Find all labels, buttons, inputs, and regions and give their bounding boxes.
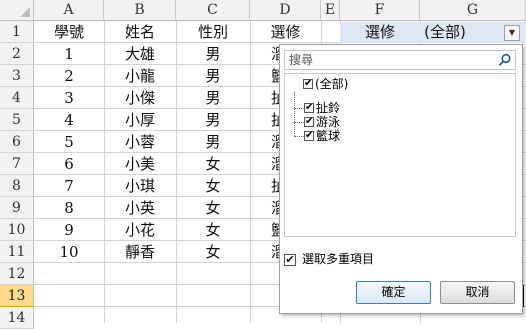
row-header-2[interactable]: 2: [0, 43, 34, 65]
checkbox-checked-icon[interactable]: ✔: [304, 102, 314, 113]
cell-gender[interactable]: 男: [176, 65, 250, 87]
cell-course[interactable]: 溜: [250, 241, 279, 263]
list-item-all[interactable]: ✔ (全部): [303, 77, 348, 91]
checkbox-checked-icon[interactable]: ✔: [304, 130, 314, 141]
column-header-c[interactable]: C: [176, 0, 250, 21]
cell-name[interactable]: 靜香: [104, 241, 176, 263]
row-header-6[interactable]: 6: [0, 131, 34, 153]
column-header-f[interactable]: F: [340, 0, 420, 21]
column-header-e[interactable]: E: [321, 0, 340, 21]
row-header-4[interactable]: 4: [0, 87, 34, 109]
row-header-3[interactable]: 3: [0, 65, 34, 87]
row-header-12[interactable]: 12: [0, 263, 34, 285]
cell-gender[interactable]: 女: [176, 175, 250, 197]
row-header-13[interactable]: 13: [0, 285, 34, 307]
cell-course[interactable]: 扯: [250, 175, 279, 197]
cell-id[interactable]: 1: [34, 43, 104, 65]
header-cell-course[interactable]: 選修: [250, 21, 321, 43]
list-item-label: 游泳: [316, 115, 341, 129]
cell-name[interactable]: 小厚: [104, 109, 176, 131]
row-header-5[interactable]: 5: [0, 109, 34, 131]
cell-name[interactable]: 大雄: [104, 43, 176, 65]
cell-id[interactable]: 6: [34, 153, 104, 175]
cell-name[interactable]: 小英: [104, 197, 176, 219]
cell-course[interactable]: 溜: [250, 153, 279, 175]
row-header-11[interactable]: 11: [0, 241, 34, 263]
cell-gender[interactable]: 女: [176, 153, 250, 175]
row-header-14[interactable]: 14: [0, 307, 34, 329]
tree-line: [294, 136, 304, 137]
list-item-label: 籃球: [316, 129, 341, 143]
row-header-10[interactable]: 10: [0, 219, 34, 241]
search-field[interactable]: 搜尋: [284, 50, 516, 70]
search-icon: [498, 53, 511, 66]
list-item-label: (全部): [315, 77, 349, 91]
cancel-button[interactable]: 取消: [440, 281, 515, 304]
multi-select-option[interactable]: ✔ 選取多重項目: [284, 251, 374, 267]
list-item-label: 扯鈴: [316, 101, 341, 115]
tree-line: [294, 122, 304, 123]
cell-gender[interactable]: 男: [176, 131, 250, 153]
ok-button[interactable]: 確定: [356, 281, 431, 304]
cell-id[interactable]: 10: [34, 241, 104, 263]
row-header-7[interactable]: 7: [0, 153, 34, 175]
cell-name[interactable]: 小花: [104, 219, 176, 241]
checkbox-checked-icon[interactable]: ✔: [304, 116, 314, 127]
tree-line: [294, 92, 295, 136]
row-header-1[interactable]: 1: [0, 21, 34, 43]
cell-gender[interactable]: 女: [176, 219, 250, 241]
cell-name[interactable]: 小美: [104, 153, 176, 175]
cell-course[interactable]: 溜: [250, 197, 279, 219]
autofilter-dropdown-panel: 搜尋 ✔ (全部) ✔ 扯鈴 ✔ 游泳 ✔ 籃球 ✔ 選取多重項目 確定 取消: [279, 44, 523, 314]
list-item[interactable]: ✔ 籃球: [304, 129, 340, 143]
cell-course[interactable]: 籃: [250, 219, 279, 241]
cell-name[interactable]: 小琪: [104, 175, 176, 197]
cell-name[interactable]: 小傑: [104, 87, 176, 109]
list-item[interactable]: ✔ 游泳: [304, 115, 340, 129]
filter-value-list[interactable]: ✔ (全部) ✔ 扯鈴 ✔ 游泳 ✔ 籃球: [284, 73, 516, 237]
tree-line: [294, 108, 304, 109]
cell-gender[interactable]: 男: [176, 87, 250, 109]
multi-select-label: 選取多重項目: [302, 252, 375, 266]
cell-id[interactable]: 5: [34, 131, 104, 153]
filter-dropdown-button[interactable]: ▼: [504, 25, 520, 41]
header-cell-name[interactable]: 姓名: [104, 21, 176, 43]
cell-id[interactable]: 4: [34, 109, 104, 131]
cell-id[interactable]: 2: [34, 65, 104, 87]
column-header-d[interactable]: D: [250, 0, 321, 21]
cell-name[interactable]: 小龍: [104, 65, 176, 87]
list-item[interactable]: ✔ 扯鈴: [304, 101, 340, 115]
cell-gender[interactable]: 男: [176, 43, 250, 65]
cell-course[interactable]: 籃: [250, 65, 279, 87]
filter-label-cell[interactable]: 選修: [340, 21, 420, 43]
cell-gender[interactable]: 男: [176, 109, 250, 131]
cell-id[interactable]: 9: [34, 219, 104, 241]
cell-name[interactable]: 小蓉: [104, 131, 176, 153]
checkbox-checked-icon[interactable]: ✔: [284, 253, 296, 266]
cell-gender[interactable]: 女: [176, 197, 250, 219]
cell-gender[interactable]: 女: [176, 241, 250, 263]
cell-id[interactable]: 3: [34, 87, 104, 109]
column-header-b[interactable]: B: [104, 0, 176, 21]
row-header-9[interactable]: 9: [0, 197, 34, 219]
select-all-corner[interactable]: [0, 0, 34, 21]
spreadsheet: A B C D E F G 1 2 3 4 5 6 7 8 9 10 11 12…: [0, 0, 526, 329]
column-header-a[interactable]: A: [34, 0, 104, 21]
header-cell-id[interactable]: 學號: [34, 21, 104, 43]
header-cell-gender[interactable]: 性別: [176, 21, 250, 43]
cell-course[interactable]: 扯: [250, 109, 279, 131]
cell-id[interactable]: 7: [34, 175, 104, 197]
cell-course[interactable]: 扯: [250, 87, 279, 109]
row-header-8[interactable]: 8: [0, 175, 34, 197]
search-placeholder: 搜尋: [289, 53, 314, 67]
column-header-g[interactable]: G: [420, 0, 526, 21]
cell-course[interactable]: 溜: [250, 131, 279, 153]
cell-id[interactable]: 8: [34, 197, 104, 219]
filter-value-cell[interactable]: (全部): [420, 21, 470, 43]
checkbox-checked-icon[interactable]: ✔: [303, 78, 313, 89]
